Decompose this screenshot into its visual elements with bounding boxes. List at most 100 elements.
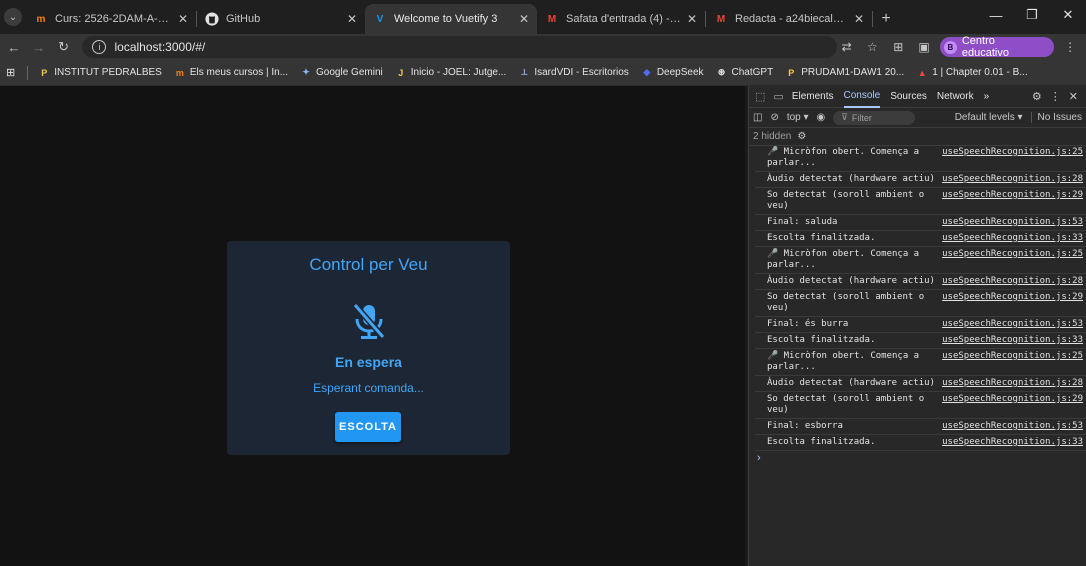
listen-button[interactable]: ESCOLTA bbox=[335, 412, 401, 442]
bookmark-item[interactable]: P PRUDAM1-DAW1 20... bbox=[785, 67, 904, 79]
console-row: Àudio detectat (hardware actiu) useSpeech… bbox=[755, 376, 1086, 392]
log-source-link[interactable]: useSpeechRecognition.js:25 bbox=[942, 249, 1086, 271]
close-window-icon[interactable]: ✕ bbox=[1050, 0, 1086, 30]
bookmark-label: Els meus cursos | In... bbox=[189, 67, 289, 78]
card-title: Control per Veu bbox=[309, 255, 428, 274]
filter-input[interactable]: ⊽ Filter bbox=[833, 110, 916, 125]
moodle-icon: m bbox=[175, 67, 184, 78]
log-source-link[interactable]: useSpeechRecognition.js:53 bbox=[942, 319, 1086, 330]
bookmark-item[interactable]: ✦ Google Gemini bbox=[300, 67, 383, 79]
bookmark-item[interactable]: J Inicio - JOEL: Jutge... bbox=[395, 67, 506, 79]
console-row: Final: esborra useSpeechRecognition.js:53 bbox=[755, 419, 1086, 435]
bookmark-item[interactable]: ◆ DeepSeek bbox=[641, 67, 703, 79]
minimize-icon[interactable]: — bbox=[978, 0, 1014, 30]
star-icon[interactable]: ☆ bbox=[863, 37, 883, 57]
clear-console-icon[interactable]: ⊘ bbox=[770, 112, 778, 123]
bookmark-item[interactable]: P INSTITUT PEDRALBES bbox=[38, 67, 162, 79]
bookmark-item[interactable]: ⟂ IsardVDI - Escritorios bbox=[518, 67, 628, 79]
console-row: Escolta finalitzada. useSpeechRecognition… bbox=[755, 435, 1086, 451]
tab-network[interactable]: Network bbox=[937, 86, 974, 108]
tab-console[interactable]: Console bbox=[843, 86, 881, 108]
tab-sources[interactable]: Sources bbox=[890, 86, 927, 108]
status-text: En espera bbox=[335, 354, 402, 370]
close-icon[interactable]: ✕ bbox=[687, 12, 697, 26]
log-source-link[interactable]: useSpeechRecognition.js:28 bbox=[942, 276, 1086, 287]
log-message: So detectat (soroll ambient o veu) bbox=[767, 292, 925, 313]
tab-github[interactable]: GitHub ✕ bbox=[197, 4, 365, 34]
tab-moodle[interactable]: m Curs: 2526-2DAM-A-0486-Acc ✕ bbox=[26, 4, 196, 34]
bookmark-item[interactable]: ⊛ ChatGPT bbox=[716, 67, 773, 79]
console-row: Àudio detectat (hardware actiu) useSpeech… bbox=[755, 274, 1086, 290]
log-message: Escolta finalitzada. bbox=[767, 233, 876, 243]
back-arrow-icon[interactable]: ← bbox=[3, 36, 25, 58]
tab-vuetify[interactable]: V Welcome to Vuetify 3 ✕ bbox=[365, 4, 537, 34]
extension-icon[interactable]: ⊞ bbox=[888, 37, 908, 57]
log-message: 🎤 Micròfon obert. Comença a parlar... bbox=[767, 351, 920, 372]
tab-gmail-inbox[interactable]: M Safata d'entrada (4) - a24biecal ✕ bbox=[537, 4, 705, 34]
log-source-link[interactable]: useSpeechRecognition.js:33 bbox=[942, 233, 1086, 244]
log-source-link[interactable]: useSpeechRecognition.js:28 bbox=[942, 378, 1086, 389]
tab-gmail-compose[interactable]: M Redacta - a24biecalcol@insped ✕ bbox=[706, 4, 872, 34]
device-toolbar-icon[interactable]: ▭ bbox=[773, 90, 783, 103]
eye-icon[interactable]: ◉ bbox=[817, 112, 826, 123]
gear-icon[interactable]: ⚙ bbox=[797, 131, 806, 142]
bookmark-item[interactable]: ▲ 1 | Chapter 0.01 - B... bbox=[916, 67, 1028, 79]
bookmark-item[interactable]: m Els meus cursos | In... bbox=[174, 67, 288, 79]
close-icon[interactable]: ✕ bbox=[1069, 90, 1078, 103]
log-source-link[interactable]: useSpeechRecognition.js:53 bbox=[942, 421, 1086, 432]
restore-icon[interactable]: ❐ bbox=[1014, 0, 1050, 30]
tab-title: Safata d'entrada (4) - a24biecal bbox=[566, 13, 681, 25]
log-message: Final: és burra bbox=[767, 319, 849, 329]
log-source-link[interactable]: useSpeechRecognition.js:29 bbox=[942, 292, 1086, 314]
context-selector[interactable]: top ▾ bbox=[787, 112, 809, 123]
profile-label: Centro educativo bbox=[961, 35, 1009, 59]
apps-icon[interactable]: ⊞ bbox=[6, 66, 15, 79]
kebab-menu-icon[interactable]: ⋮ bbox=[1050, 90, 1061, 103]
log-levels-dropdown[interactable]: Default levels ▾ bbox=[955, 112, 1023, 123]
chatgpt-icon: ⊛ bbox=[717, 67, 726, 77]
close-icon[interactable]: ✕ bbox=[519, 12, 529, 26]
log-source-link[interactable]: useSpeechRecognition.js:28 bbox=[942, 174, 1086, 185]
kebab-menu-icon[interactable]: ⋮ bbox=[1060, 37, 1080, 57]
forward-arrow-icon[interactable]: → bbox=[28, 36, 50, 58]
new-tab-button[interactable]: + bbox=[873, 4, 899, 34]
microphone-off-icon bbox=[347, 299, 391, 343]
close-icon[interactable]: ✕ bbox=[178, 12, 188, 26]
bookmark-label: IsardVDI - Escritorios bbox=[534, 67, 629, 78]
avatar: B bbox=[943, 40, 957, 54]
log-message: Final: esborra bbox=[767, 421, 843, 431]
profile-button[interactable]: B Centro educativo bbox=[939, 35, 1055, 59]
log-message: Escolta finalitzada. bbox=[767, 335, 876, 345]
reload-icon[interactable]: ↻ bbox=[53, 36, 75, 58]
close-icon[interactable]: ✕ bbox=[854, 12, 864, 26]
inspect-icon[interactable]: ⬚ bbox=[755, 90, 765, 103]
log-message: So detectat (soroll ambient o veu) bbox=[767, 190, 925, 211]
translate-icon[interactable]: ⇄ bbox=[837, 37, 857, 57]
console-log: 🎤 Micròfon obert. Comença a parlar... use… bbox=[755, 145, 1086, 465]
more-tabs-icon[interactable]: » bbox=[984, 86, 990, 108]
tab-search-button[interactable]: ⌄ bbox=[0, 0, 26, 34]
sidebar-toggle-icon[interactable]: ◫ bbox=[753, 112, 762, 123]
address-bar[interactable]: i localhost:3000/#/ bbox=[82, 36, 837, 58]
log-source-link[interactable]: useSpeechRecognition.js:33 bbox=[942, 335, 1086, 346]
log-source-link[interactable]: useSpeechRecognition.js:53 bbox=[942, 217, 1086, 228]
extensions-puzzle-icon[interactable]: ▣ bbox=[914, 37, 934, 57]
console-prompt[interactable]: › bbox=[755, 451, 1086, 465]
hidden-count: 2 hidden bbox=[753, 131, 792, 142]
site-info-icon[interactable]: i bbox=[92, 40, 107, 54]
log-source-link[interactable]: useSpeechRecognition.js:25 bbox=[942, 351, 1086, 373]
close-icon[interactable]: ✕ bbox=[347, 12, 357, 26]
log-source-link[interactable]: useSpeechRecognition.js:25 bbox=[942, 147, 1086, 169]
tab-elements[interactable]: Elements bbox=[792, 86, 834, 108]
log-message: So detectat (soroll ambient o veu) bbox=[767, 394, 925, 415]
log-source-link[interactable]: useSpeechRecognition.js:33 bbox=[942, 437, 1086, 448]
gear-icon[interactable]: ⚙ bbox=[1032, 90, 1042, 103]
log-source-link[interactable]: useSpeechRecognition.js:29 bbox=[942, 190, 1086, 212]
browser-tab-strip: ⌄ m Curs: 2526-2DAM-A-0486-Acc ✕ GitHub … bbox=[0, 0, 1086, 34]
log-source-link[interactable]: useSpeechRecognition.js:29 bbox=[942, 394, 1086, 416]
console-row: 🎤 Micròfon obert. Comença a parlar... use… bbox=[755, 145, 1086, 172]
bookmark-label: Google Gemini bbox=[316, 67, 383, 78]
bookmark-label: PRUDAM1-DAW1 20... bbox=[801, 67, 905, 78]
issues-counter[interactable]: No Issues bbox=[1030, 112, 1086, 123]
console-toolbar: ◫ ⊘ top ▾ ◉ ⊽ Filter Default levels ▾ No … bbox=[749, 108, 1086, 128]
